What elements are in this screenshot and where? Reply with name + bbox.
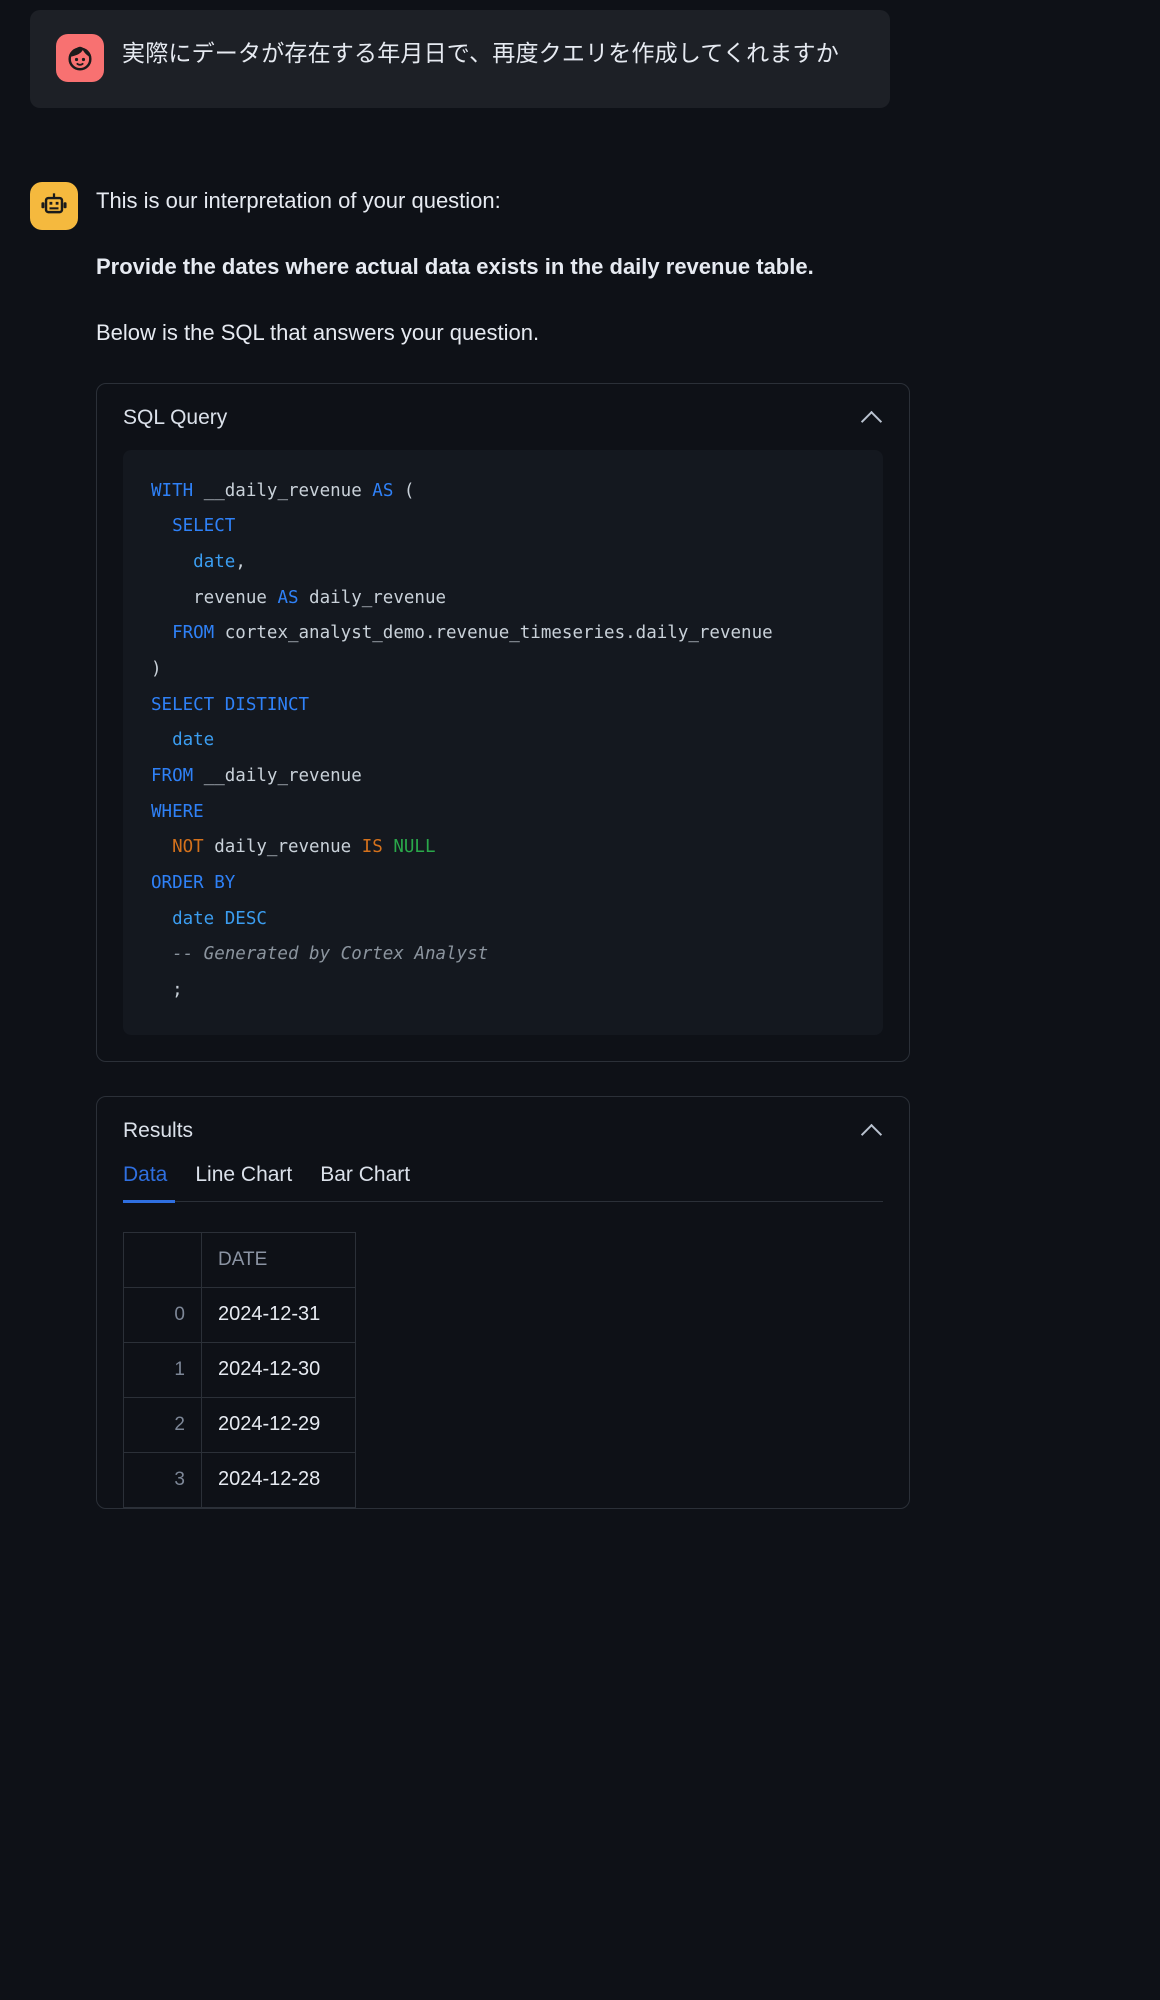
sql-token: date — [172, 730, 215, 751]
table-row-index: 2 — [123, 1397, 202, 1453]
results-tabs: Data Line Chart Bar Chart — [97, 1163, 909, 1201]
table-header-row: DATE — [123, 1232, 356, 1288]
sql-token: __daily_revenue — [193, 766, 362, 787]
sql-token: SELECT DISTINCT — [151, 694, 310, 715]
sql-token: ) — [151, 658, 162, 679]
sql-token: WITH — [151, 480, 194, 501]
user-message-text: 実際にデータが存在する年月日で、再度クエリを作成してくれますか — [122, 40, 839, 66]
sql-token: daily_revenue — [203, 837, 362, 858]
results-title: Results — [123, 1118, 194, 1142]
interpretation-text: Provide the dates where actual data exis… — [96, 254, 814, 279]
sql-token: revenue — [151, 587, 278, 608]
results-card: Results Data Line Chart Bar Chart DATE 0 20… — [96, 1095, 910, 1509]
table-row-index: 0 — [123, 1287, 202, 1343]
sql-token: NOT — [172, 837, 204, 858]
table-cell-date[interactable]: 2024-12-31 — [201, 1287, 356, 1343]
sql-token: ; — [151, 980, 183, 1001]
sql-query-card: SQL Query WITH __daily_revenue AS ( SELE… — [96, 382, 910, 1062]
assistant-body: This is our interpretation of your quest… — [96, 182, 910, 1543]
sql-token: -- Generated by Cortex Analyst — [172, 944, 489, 965]
interpretation-intro: This is our interpretation of your quest… — [96, 188, 501, 213]
sql-token: FROM — [172, 623, 215, 644]
sql-token: date DESC — [172, 908, 267, 929]
table-row[interactable]: 3 2024-12-28 — [123, 1452, 356, 1508]
sql-token: cortex_analyst_demo.revenue_timeseries.d… — [214, 623, 773, 644]
tab-data[interactable]: Data — [123, 1163, 167, 1201]
chat-page: 実際にデータが存在する年月日で、再度クエリを作成してくれますか This is … — [0, 0, 1160, 2000]
results-table-area: DATE 0 2024-12-31 1 2024-12-30 2 2024-12-29 3 2… — [97, 1202, 909, 1508]
tabs-underline — [123, 1199, 883, 1203]
sql-token: date — [193, 551, 236, 572]
table-row[interactable]: 1 2024-12-30 — [123, 1342, 356, 1398]
sql-query-title: SQL Query — [123, 405, 228, 429]
table-row[interactable]: 0 2024-12-31 — [123, 1287, 356, 1343]
assistant-message: This is our interpretation of your quest… — [30, 182, 910, 1543]
sql-token: ORDER BY — [151, 873, 236, 894]
sql-token: __daily_revenue — [193, 480, 373, 501]
sql-token: NULL — [393, 837, 436, 858]
sql-token: daily_revenue — [298, 587, 447, 608]
table-cell-date[interactable]: 2024-12-30 — [201, 1342, 356, 1398]
user-message: 実際にデータが存在する年月日で、再度クエリを作成してくれますか — [30, 10, 890, 108]
results-table[interactable]: DATE 0 2024-12-31 1 2024-12-30 2 2024-12-29 3 2… — [123, 1231, 356, 1508]
sql-token: AS — [372, 480, 394, 501]
table-row-index: 3 — [123, 1452, 202, 1508]
sql-token: FROM — [151, 766, 194, 787]
results-expander-header[interactable]: Results — [97, 1097, 909, 1163]
table-row[interactable]: 2 2024-12-29 — [123, 1397, 356, 1453]
chevron-up-icon[interactable] — [861, 1120, 883, 1142]
sql-code-text: WITH __daily_revenue AS ( SELECT date, r… — [151, 474, 855, 1009]
sql-token: IS — [361, 837, 383, 858]
table-cell-date[interactable]: 2024-12-29 — [201, 1397, 356, 1453]
sql-token: SELECT — [172, 516, 236, 537]
robot-icon — [30, 182, 78, 230]
table-index-header — [123, 1232, 202, 1288]
sql-code-block[interactable]: WITH __daily_revenue AS ( SELECT date, r… — [123, 449, 883, 1035]
table-cell-date[interactable]: 2024-12-28 — [201, 1452, 356, 1508]
table-body: 0 2024-12-31 1 2024-12-30 2 2024-12-29 3 2024-1… — [123, 1287, 356, 1508]
chevron-up-icon[interactable] — [861, 407, 883, 429]
table-row-index: 1 — [123, 1342, 202, 1398]
table-header: DATE — [123, 1232, 356, 1288]
sql-token: , — [235, 551, 246, 572]
sql-token: WHERE — [151, 801, 204, 822]
sql-token: ( — [393, 480, 415, 501]
user-face-icon — [56, 34, 104, 82]
below-sql-text: Below is the SQL that answers your quest… — [96, 319, 540, 345]
sql-query-expander-header[interactable]: SQL Query — [97, 384, 909, 450]
table-column-header[interactable]: DATE — [201, 1232, 356, 1288]
tab-line-chart[interactable]: Line Chart — [195, 1163, 292, 1201]
sql-token: AS — [277, 587, 299, 608]
tab-bar-chart[interactable]: Bar Chart — [320, 1163, 410, 1201]
